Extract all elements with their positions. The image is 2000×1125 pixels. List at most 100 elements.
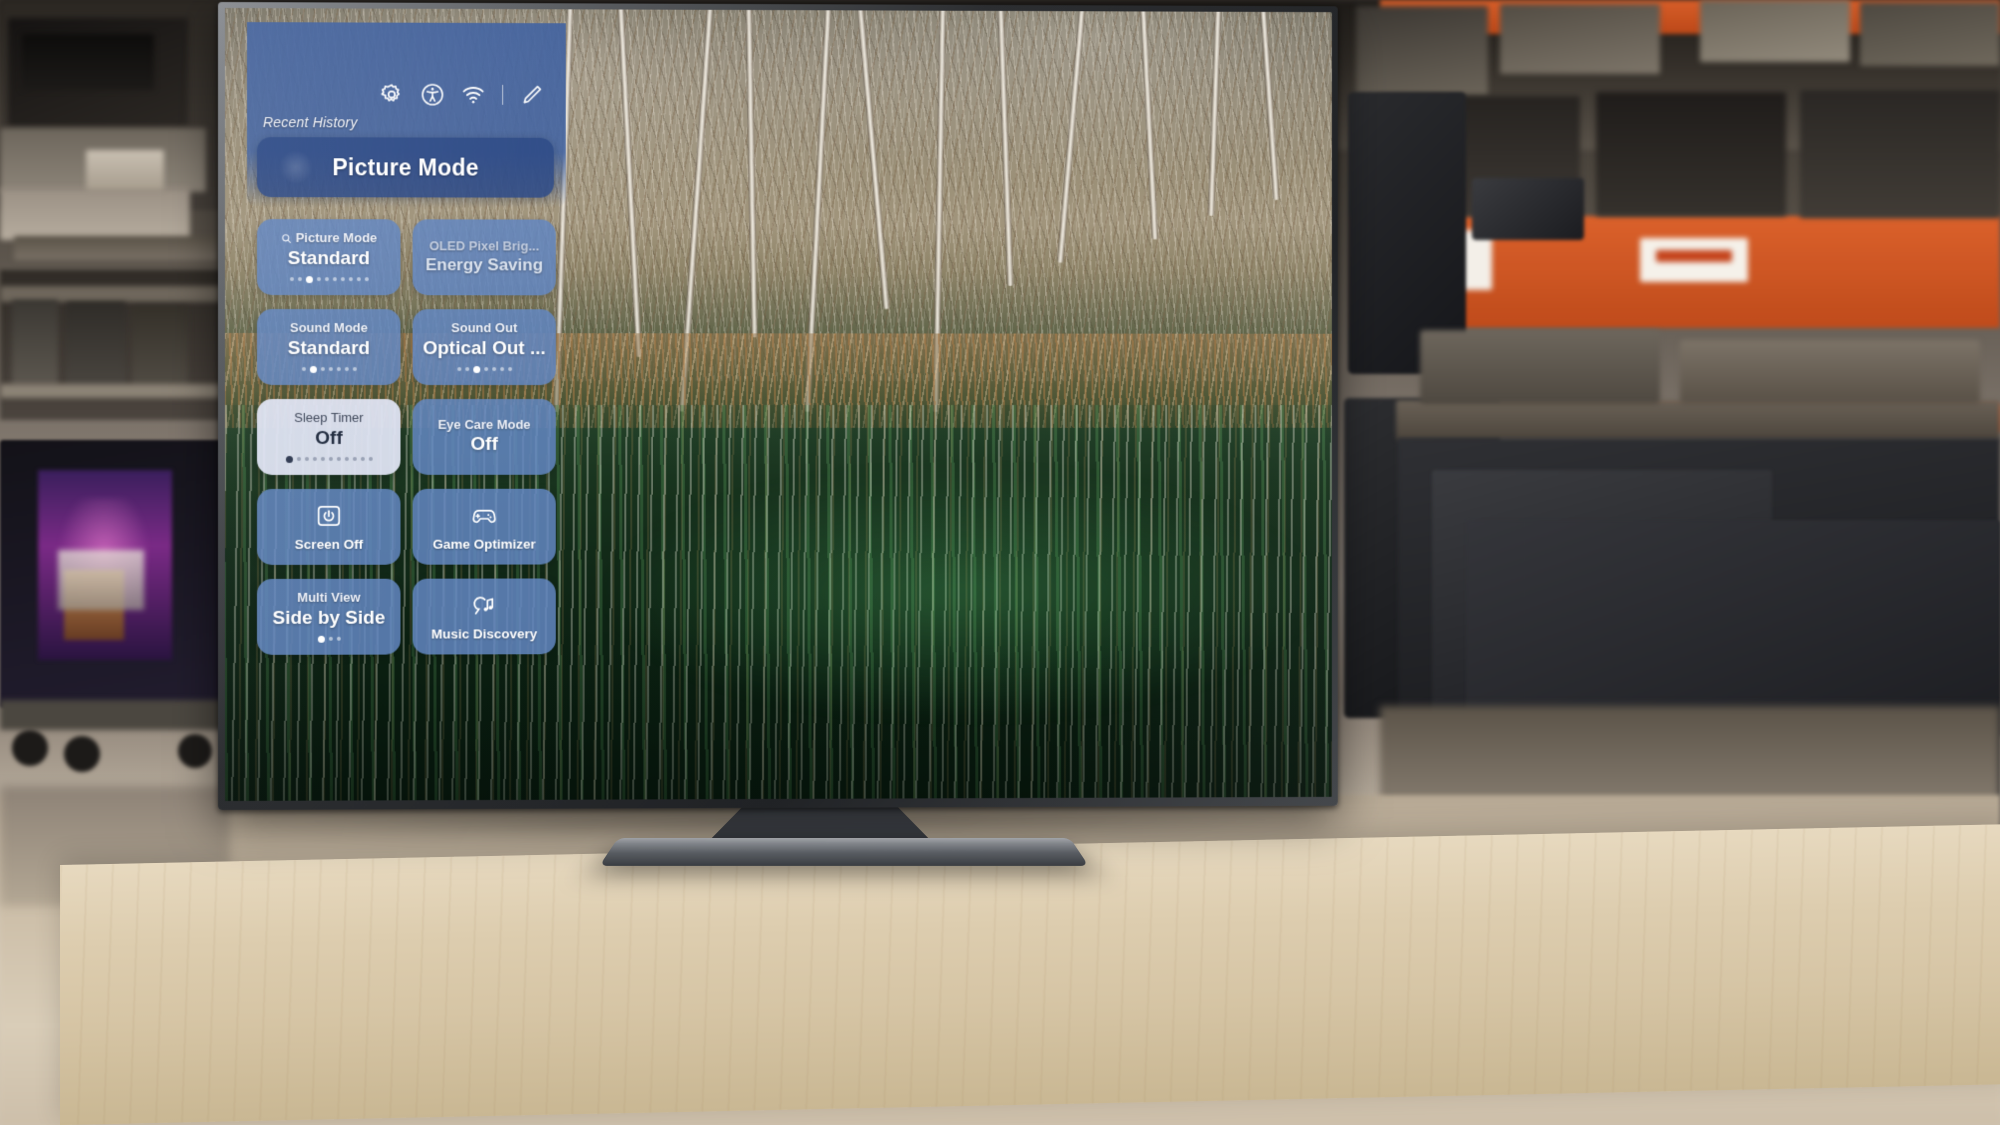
tile-pagination-dots	[285, 455, 373, 463]
tile-title: Sleep Timer	[294, 410, 364, 426]
pagination-dot	[336, 367, 341, 372]
pagination-dot	[360, 456, 365, 461]
tile-value: Off	[470, 434, 498, 456]
tile-sound-out[interactable]: Sound Out Optical Out ...	[412, 309, 556, 386]
tile-value: Standard	[287, 247, 370, 269]
pagination-dot	[296, 457, 301, 462]
tv-stand-base	[599, 838, 1089, 866]
tile-title-text: Multi View	[297, 590, 361, 606]
tile-value: Off	[315, 427, 343, 449]
search-icon	[281, 233, 292, 244]
pagination-dot	[305, 275, 313, 283]
cabinet-base	[0, 700, 226, 730]
pagination-dot	[324, 277, 329, 282]
box	[1860, 2, 2000, 66]
pagination-dot	[336, 457, 341, 462]
power-icon	[316, 502, 342, 528]
shelf-rail	[1396, 400, 2000, 440]
tile-sleep-timer[interactable]: Sleep Timer Off	[256, 399, 401, 475]
box	[1500, 4, 1660, 74]
box	[0, 188, 190, 240]
pagination-dot	[304, 457, 309, 462]
accessibility-icon[interactable]	[421, 83, 445, 107]
tile-pagination-dots	[301, 365, 357, 373]
tile-label: Screen Off	[294, 536, 363, 552]
box	[1800, 90, 2000, 218]
pagination-dot	[364, 277, 369, 282]
tv-bezel: Recent History Picture Mode Picture Mode…	[218, 2, 1338, 810]
quick-settings-panel: Recent History Picture Mode Picture Mode…	[246, 22, 566, 655]
tile-title-text: Sound Out	[451, 320, 518, 336]
screenshot-scene: Recent History Picture Mode Picture Mode…	[0, 0, 2000, 1125]
tile-sound-mode[interactable]: Sound Mode Standard	[256, 309, 401, 386]
product	[58, 550, 144, 610]
pagination-dot	[368, 456, 373, 461]
pagination-dot	[464, 367, 469, 372]
tile-game-optimizer[interactable]: Game Optimizer	[412, 488, 556, 565]
tile-eye-care-mode[interactable]: Eye Care Mode Off	[412, 399, 556, 475]
pagination-dot	[352, 367, 357, 372]
tile-oled-pixel-brightness[interactable]: OLED Pixel Brig... Energy Saving	[412, 219, 556, 296]
pagination-dot	[483, 367, 488, 372]
pagination-dot	[301, 367, 306, 372]
tile-title-text: OLED Pixel Brig...	[429, 238, 540, 254]
tile-pagination-dots	[317, 635, 341, 643]
tile-pagination-dots	[456, 365, 512, 373]
shelf-rail	[0, 384, 226, 398]
tile-value: Side by Side	[272, 607, 386, 629]
pagination-dot	[309, 365, 317, 373]
pagination-dot	[328, 457, 333, 462]
pagination-dot	[352, 456, 357, 461]
television: Recent History Picture Mode Picture Mode…	[218, 2, 1338, 810]
caster-wheel	[12, 730, 48, 766]
tile-title-text: Picture Mode	[295, 230, 378, 246]
table-grain	[60, 824, 2000, 1125]
tile-title: Eye Care Mode	[437, 416, 531, 432]
tile-value: Optical Out ...	[422, 337, 546, 359]
label-text	[1656, 250, 1732, 262]
pagination-dot	[297, 277, 302, 282]
recent-history-label: Recent History	[262, 114, 358, 131]
tile-music-discovery[interactable]: Music Discovery	[412, 578, 556, 655]
caster-wheel	[178, 734, 212, 768]
recent-history-item-label: Picture Mode	[332, 153, 479, 181]
tile-screen-off[interactable]: Screen Off	[256, 488, 401, 565]
pagination-dot	[336, 636, 341, 641]
tile-pagination-dots	[289, 275, 369, 283]
pagination-dot	[320, 457, 325, 462]
pagination-dot	[344, 367, 349, 372]
wifi-icon[interactable]	[461, 83, 485, 107]
tile-picture-mode[interactable]: Picture Mode Standard	[256, 219, 401, 296]
pagination-dot	[312, 457, 317, 462]
pagination-dot	[499, 367, 504, 372]
gear-icon[interactable]	[380, 82, 404, 106]
pagination-dot	[317, 635, 325, 643]
pagination-dot	[491, 367, 496, 372]
quick-settings-tile-grid: Picture Mode Standard OLED Pixel Brig... En…	[256, 219, 556, 655]
tile-title-text: Sound Mode	[289, 320, 368, 336]
tile-value: Standard	[287, 337, 370, 359]
table-top	[60, 824, 2000, 1125]
monitor	[12, 300, 58, 386]
recent-history-item[interactable]: Picture Mode	[256, 137, 554, 198]
tile-title-text: Eye Care Mode	[437, 416, 531, 432]
box	[86, 150, 164, 190]
icon-divider	[502, 84, 504, 105]
pagination-dot	[332, 277, 337, 282]
monitor	[132, 306, 188, 388]
box	[22, 34, 154, 90]
music-search-icon	[471, 592, 497, 618]
pagination-dot	[472, 365, 480, 373]
wallpaper-green-glow	[503, 451, 1332, 769]
pagination-dot	[320, 367, 325, 372]
box	[1596, 92, 1786, 216]
pagination-dot	[456, 367, 461, 372]
pagination-dot	[344, 456, 349, 461]
pagination-dot	[507, 367, 512, 372]
speaker	[1472, 178, 1584, 240]
tile-label: Music Discovery	[431, 625, 538, 642]
tile-multi-view[interactable]: Multi View Side by Side	[256, 578, 401, 655]
edit-pencil-icon[interactable]	[520, 83, 544, 107]
tile-title: Sound Mode	[289, 320, 368, 336]
tile-title-text: Sleep Timer	[294, 410, 364, 426]
